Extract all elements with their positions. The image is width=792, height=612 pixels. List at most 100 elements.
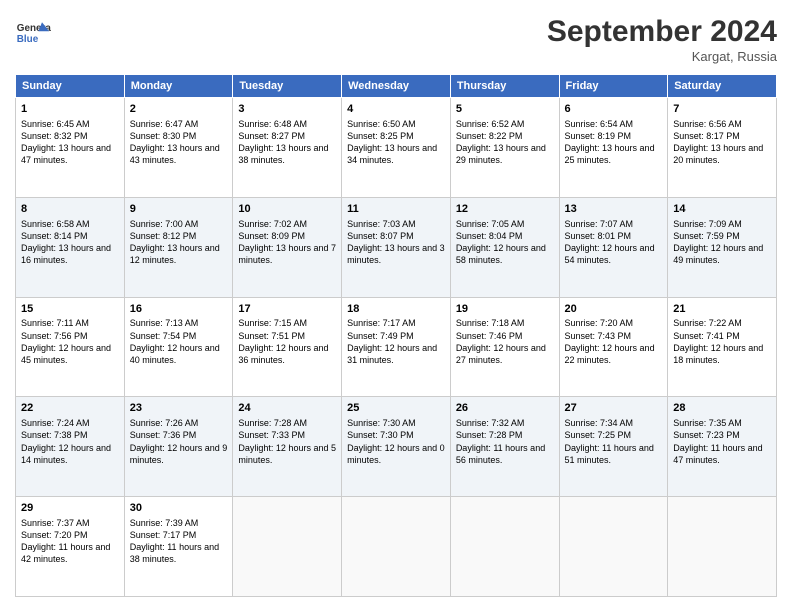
calendar-cell: 17Sunrise: 7:15 AMSunset: 7:51 PMDayligh…	[233, 297, 342, 397]
day-number: 3	[238, 102, 336, 117]
day-number: 25	[347, 401, 445, 416]
sunset-label: Sunset: 7:41 PM	[673, 331, 740, 341]
sunrise-label: Sunrise: 7:24 AM	[21, 418, 90, 428]
daylight-label: Daylight: 13 hours and 20 minutes.	[673, 143, 763, 165]
calendar-cell: 15Sunrise: 7:11 AM Sunset: 7:56 PM Dayligh…	[16, 297, 125, 397]
sunrise-label: Sunrise: 7:13 AM	[130, 318, 199, 328]
sunrise-label: Sunrise: 7:05 AM	[456, 219, 525, 229]
sunrise-label: Sunrise: 7:11 AM	[21, 318, 89, 328]
calendar-cell: 30 Sunrise: 7:39 AM Sunset: 7:17 PM Dayligh…	[124, 497, 233, 597]
daylight-label: Daylight: 13 hours and 12 minutes.	[130, 243, 220, 265]
sunset-label: Sunset: 8:14 PM	[21, 231, 88, 241]
sunset-label: Sunset: 7:56 PM	[21, 331, 88, 341]
sunset-label: Sunset: 7:51 PM	[238, 331, 305, 341]
column-header-sunday: Sunday	[16, 75, 125, 98]
logo-icon: General Blue	[15, 15, 51, 51]
sunset-label: Sunset: 8:01 PM	[565, 231, 632, 241]
day-number: 24	[238, 401, 336, 416]
calendar-cell: 12Sunrise: 7:05 AMSunset: 8:04 PMDayligh…	[450, 197, 559, 297]
logo: General Blue	[15, 15, 51, 51]
day-number: 14	[673, 202, 771, 217]
sunset-label: Sunset: 8:04 PM	[456, 231, 523, 241]
sunset-label: Sunset: 7:59 PM	[673, 231, 740, 241]
sunrise-label: Sunrise: 7:34 AM	[565, 418, 634, 428]
day-number: 13	[565, 202, 663, 217]
calendar-cell: 21Sunrise: 7:22 AMSunset: 7:41 PMDayligh…	[668, 297, 777, 397]
daylight-label: Daylight: 12 hours and 0 minutes.	[347, 443, 445, 465]
svg-text:Blue: Blue	[17, 34, 39, 45]
sunset-label: Sunset: 7:54 PM	[130, 331, 197, 341]
sunrise-label: Sunrise: 6:48 AM	[238, 119, 307, 129]
day-number: 4	[347, 102, 445, 117]
calendar-cell: 3Sunrise: 6:48 AMSunset: 8:27 PMDaylight…	[233, 98, 342, 198]
calendar-cell	[668, 497, 777, 597]
calendar-cell: 6Sunrise: 6:54 AMSunset: 8:19 PMDaylight…	[559, 98, 668, 198]
sunrise-label: Sunrise: 7:37 AM	[21, 518, 90, 528]
calendar-cell: 13Sunrise: 7:07 AMSunset: 8:01 PMDayligh…	[559, 197, 668, 297]
sunrise-label: Sunrise: 6:54 AM	[565, 119, 634, 129]
sunrise-label: Sunrise: 6:50 AM	[347, 119, 416, 129]
sunset-label: Sunset: 8:32 PM	[21, 131, 88, 141]
location-subtitle: Kargat, Russia	[547, 49, 777, 64]
day-number: 1	[21, 102, 119, 117]
sunrise-label: Sunrise: 6:45 AM	[21, 119, 90, 129]
day-number: 23	[130, 401, 228, 416]
sunrise-label: Sunrise: 6:52 AM	[456, 119, 525, 129]
sunset-label: Sunset: 8:22 PM	[456, 131, 523, 141]
daylight-label: Daylight: 12 hours and 45 minutes.	[21, 343, 111, 365]
day-number: 26	[456, 401, 554, 416]
sunrise-label: Sunrise: 6:58 AM	[21, 219, 90, 229]
day-number: 12	[456, 202, 554, 217]
day-number: 5	[456, 102, 554, 117]
sunset-label: Sunset: 7:17 PM	[130, 530, 197, 540]
sunrise-label: Sunrise: 7:03 AM	[347, 219, 416, 229]
calendar-cell: 20Sunrise: 7:20 AMSunset: 7:43 PMDayligh…	[559, 297, 668, 397]
calendar-cell: 7Sunrise: 6:56 AMSunset: 8:17 PMDaylight…	[668, 98, 777, 198]
month-title: September 2024	[547, 15, 777, 49]
sunset-label: Sunset: 8:30 PM	[130, 131, 197, 141]
daylight-label: Daylight: 11 hours and 42 minutes.	[21, 542, 110, 564]
daylight-label: Daylight: 12 hours and 27 minutes.	[456, 343, 546, 365]
sunrise-label: Sunrise: 7:26 AM	[130, 418, 199, 428]
day-number: 30	[130, 501, 228, 516]
day-number: 27	[565, 401, 663, 416]
sunset-label: Sunset: 8:27 PM	[238, 131, 305, 141]
sunset-label: Sunset: 8:09 PM	[238, 231, 305, 241]
sunset-label: Sunset: 8:12 PM	[130, 231, 197, 241]
sunrise-label: Sunrise: 7:15 AM	[238, 318, 307, 328]
sunrise-label: Sunrise: 6:47 AM	[130, 119, 199, 129]
calendar-cell: 14Sunrise: 7:09 AMSunset: 7:59 PMDayligh…	[668, 197, 777, 297]
day-number: 18	[347, 302, 445, 317]
sunset-label: Sunset: 7:38 PM	[21, 430, 88, 440]
sunrise-label: Sunrise: 7:07 AM	[565, 219, 634, 229]
sunrise-label: Sunrise: 7:32 AM	[456, 418, 525, 428]
day-number: 15	[21, 302, 119, 317]
sunrise-label: Sunrise: 7:39 AM	[130, 518, 199, 528]
column-header-tuesday: Tuesday	[233, 75, 342, 98]
day-number: 22	[21, 401, 119, 416]
sunset-label: Sunset: 7:36 PM	[130, 430, 197, 440]
sunrise-label: Sunrise: 7:28 AM	[238, 418, 307, 428]
calendar-cell: 11Sunrise: 7:03 AMSunset: 8:07 PMDayligh…	[342, 197, 451, 297]
calendar-cell: 26Sunrise: 7:32 AMSunset: 7:28 PMDayligh…	[450, 397, 559, 497]
calendar-cell	[233, 497, 342, 597]
daylight-label: Daylight: 11 hours and 51 minutes.	[565, 443, 654, 465]
daylight-label: Daylight: 12 hours and 22 minutes.	[565, 343, 655, 365]
daylight-label: Daylight: 13 hours and 34 minutes.	[347, 143, 437, 165]
daylight-label: Daylight: 13 hours and 3 minutes.	[347, 243, 445, 265]
sunrise-label: Sunrise: 7:18 AM	[456, 318, 525, 328]
daylight-label: Daylight: 12 hours and 40 minutes.	[130, 343, 220, 365]
calendar-cell: 8Sunrise: 6:58 AMSunset: 8:14 PMDaylight…	[16, 197, 125, 297]
daylight-label: Daylight: 11 hours and 38 minutes.	[130, 542, 219, 564]
calendar-cell: 29Sunrise: 7:37 AMSunset: 7:20 PMDayligh…	[16, 497, 125, 597]
sunrise-label: Sunrise: 6:56 AM	[673, 119, 742, 129]
calendar-cell: 10Sunrise: 7:02 AMSunset: 8:09 PMDayligh…	[233, 197, 342, 297]
calendar-cell: 19Sunrise: 7:18 AMSunset: 7:46 PMDayligh…	[450, 297, 559, 397]
column-header-thursday: Thursday	[450, 75, 559, 98]
daylight-label: Daylight: 13 hours and 29 minutes.	[456, 143, 546, 165]
day-number: 7	[673, 102, 771, 117]
sunrise-label: Sunrise: 7:17 AM	[347, 318, 416, 328]
day-number: 6	[565, 102, 663, 117]
calendar-cell: 22Sunrise: 7:24 AMSunset: 7:38 PMDayligh…	[16, 397, 125, 497]
sunset-label: Sunset: 8:19 PM	[565, 131, 632, 141]
